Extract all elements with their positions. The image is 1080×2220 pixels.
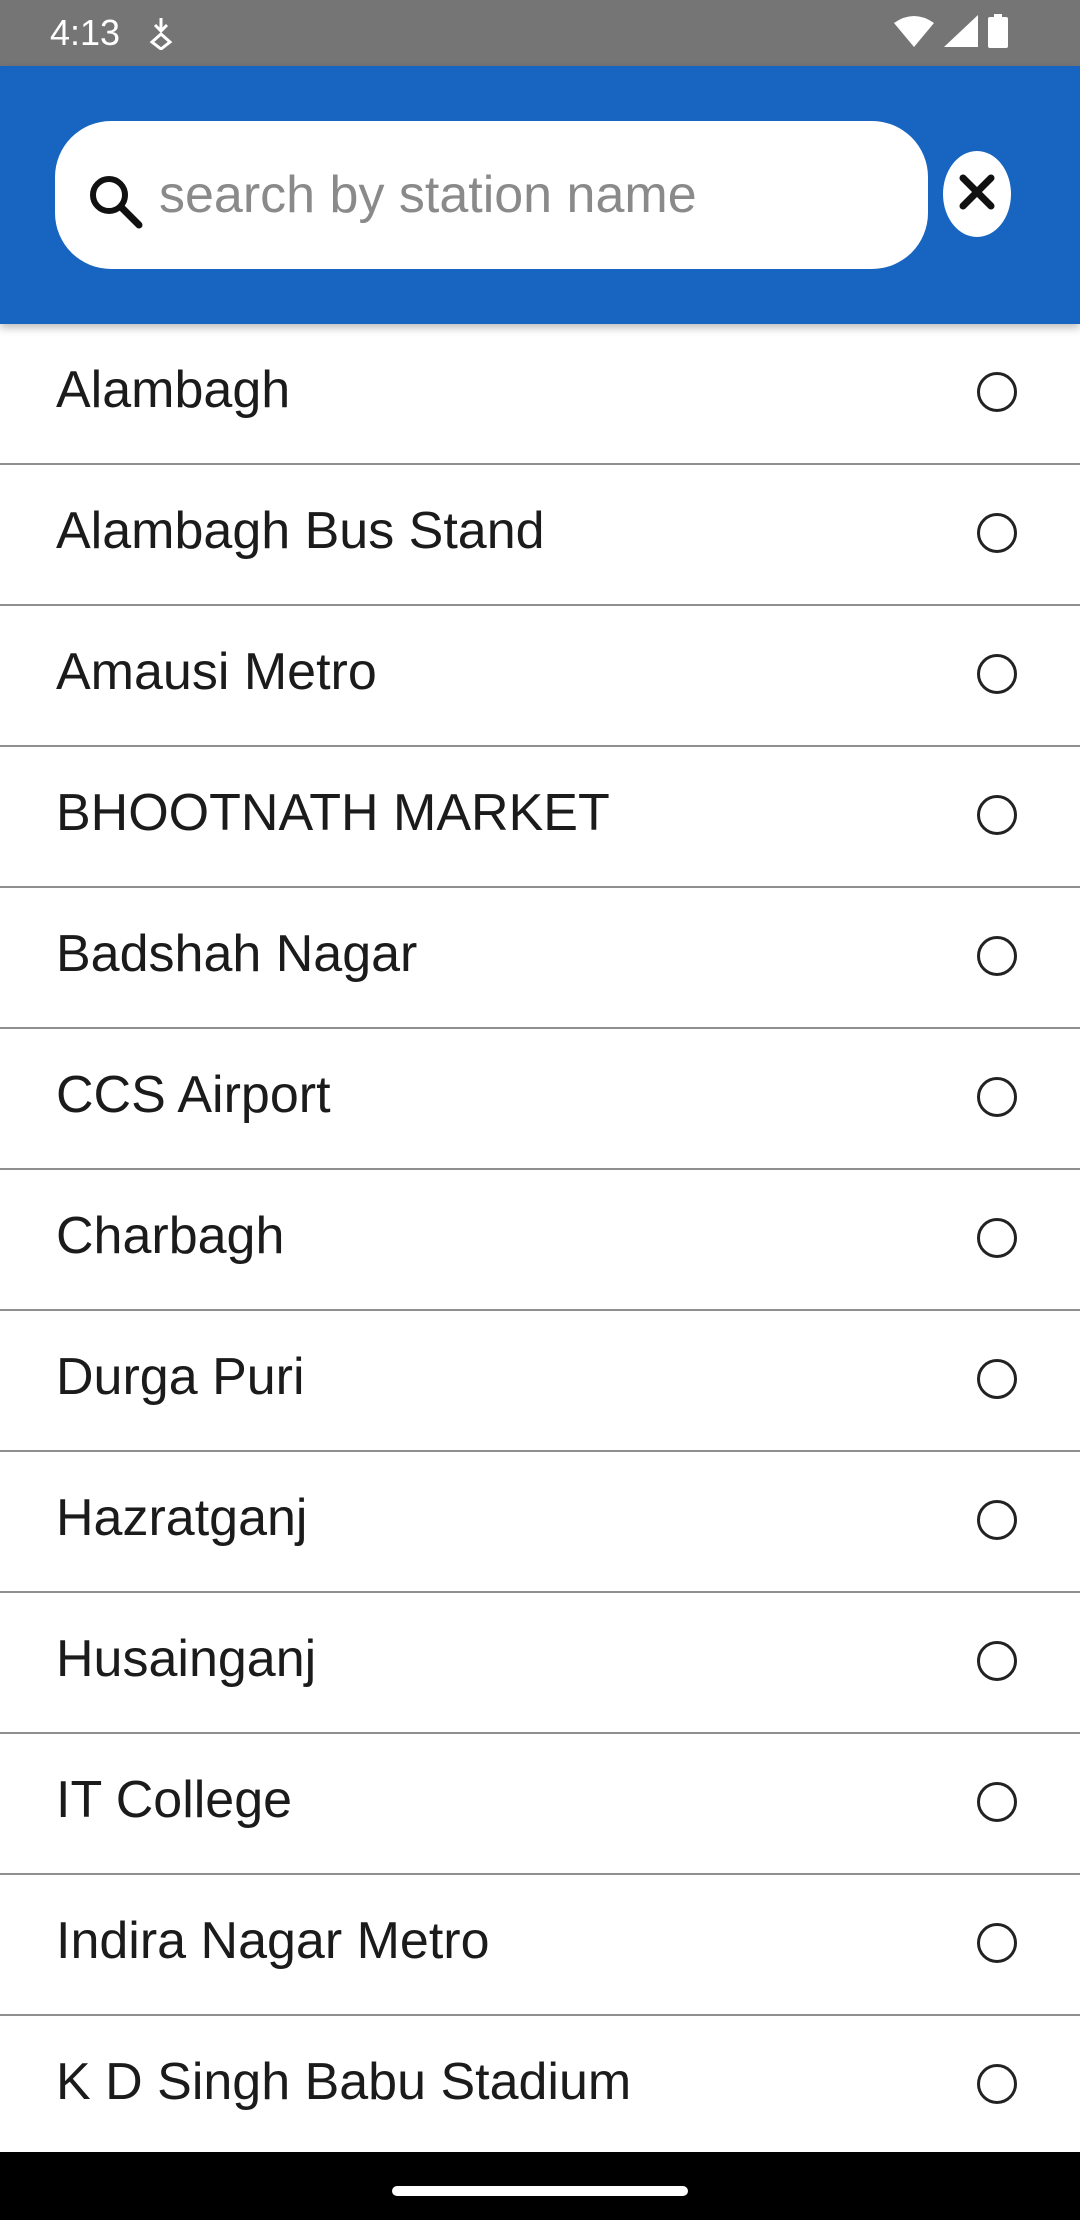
search-input[interactable] bbox=[159, 155, 899, 235]
close-icon bbox=[958, 173, 996, 216]
status-bar: 4:13 bbox=[0, 0, 1080, 66]
station-name: Husainganj bbox=[56, 1630, 317, 1688]
station-radio-button[interactable] bbox=[977, 654, 1017, 694]
station-row[interactable]: Badshah Nagar bbox=[0, 888, 1080, 1029]
clear-search-button[interactable] bbox=[943, 151, 1011, 237]
station-radio-button[interactable] bbox=[977, 1641, 1017, 1681]
station-radio-button[interactable] bbox=[977, 936, 1017, 976]
station-row[interactable]: Indira Nagar Metro bbox=[0, 1875, 1080, 2016]
station-radio-button[interactable] bbox=[977, 795, 1017, 835]
station-row[interactable]: Charbagh bbox=[0, 1170, 1080, 1311]
station-row[interactable]: Alambagh bbox=[0, 324, 1080, 465]
station-name: Durga Puri bbox=[56, 1348, 305, 1406]
station-radio-button[interactable] bbox=[977, 1782, 1017, 1822]
station-row[interactable]: K D Singh Babu Stadium bbox=[0, 2016, 1080, 2152]
station-name: Charbagh bbox=[56, 1207, 285, 1265]
station-name: Hazratganj bbox=[56, 1489, 308, 1547]
station-name: Amausi Metro bbox=[56, 643, 377, 701]
station-row[interactable]: Hazratganj bbox=[0, 1452, 1080, 1593]
navigation-bar bbox=[0, 2152, 1080, 2220]
station-radio-button[interactable] bbox=[977, 372, 1017, 412]
app-bar bbox=[0, 66, 1080, 324]
station-radio-button[interactable] bbox=[977, 1359, 1017, 1399]
station-name: Alambagh bbox=[56, 361, 291, 419]
station-row[interactable]: CCS Airport bbox=[0, 1029, 1080, 1170]
station-row[interactable]: Durga Puri bbox=[0, 1311, 1080, 1452]
station-row[interactable]: IT College bbox=[0, 1734, 1080, 1875]
station-name: Alambagh Bus Stand bbox=[56, 502, 545, 560]
station-row[interactable]: Husainganj bbox=[0, 1593, 1080, 1734]
station-name: IT College bbox=[56, 1771, 293, 1829]
station-radio-button[interactable] bbox=[977, 2064, 1017, 2104]
screen: 4:13 search by station name Alambagh Ala… bbox=[0, 0, 1080, 2220]
station-name: CCS Airport bbox=[56, 1066, 331, 1124]
status-icons bbox=[884, 13, 1008, 53]
station-row[interactable]: BHOOTNATH MARKET bbox=[0, 747, 1080, 888]
station-name: Badshah Nagar bbox=[56, 925, 418, 983]
home-gesture-handle[interactable] bbox=[392, 2186, 688, 2196]
station-row[interactable]: Amausi Metro bbox=[0, 606, 1080, 747]
station-row[interactable]: Alambagh Bus Stand bbox=[0, 465, 1080, 606]
status-time: 4:13 bbox=[50, 12, 121, 53]
station-name: Indira Nagar Metro bbox=[56, 1912, 490, 1970]
search-icon bbox=[87, 173, 145, 231]
station-radio-button[interactable] bbox=[977, 1923, 1017, 1963]
station-radio-button[interactable] bbox=[977, 1218, 1017, 1258]
station-list: Alambagh Alambagh Bus Stand Amausi Metro… bbox=[0, 324, 1080, 2152]
cellular-signal-icon bbox=[944, 14, 978, 52]
accessibility-download-icon bbox=[148, 16, 174, 51]
station-radio-button[interactable] bbox=[977, 1500, 1017, 1540]
station-radio-button[interactable] bbox=[977, 513, 1017, 553]
search-box[interactable] bbox=[55, 121, 928, 269]
station-radio-button[interactable] bbox=[977, 1077, 1017, 1117]
station-name: K D Singh Babu Stadium bbox=[56, 2053, 632, 2111]
station-name: BHOOTNATH MARKET bbox=[56, 784, 610, 842]
wifi-icon bbox=[894, 15, 934, 52]
battery-icon bbox=[988, 13, 1008, 53]
